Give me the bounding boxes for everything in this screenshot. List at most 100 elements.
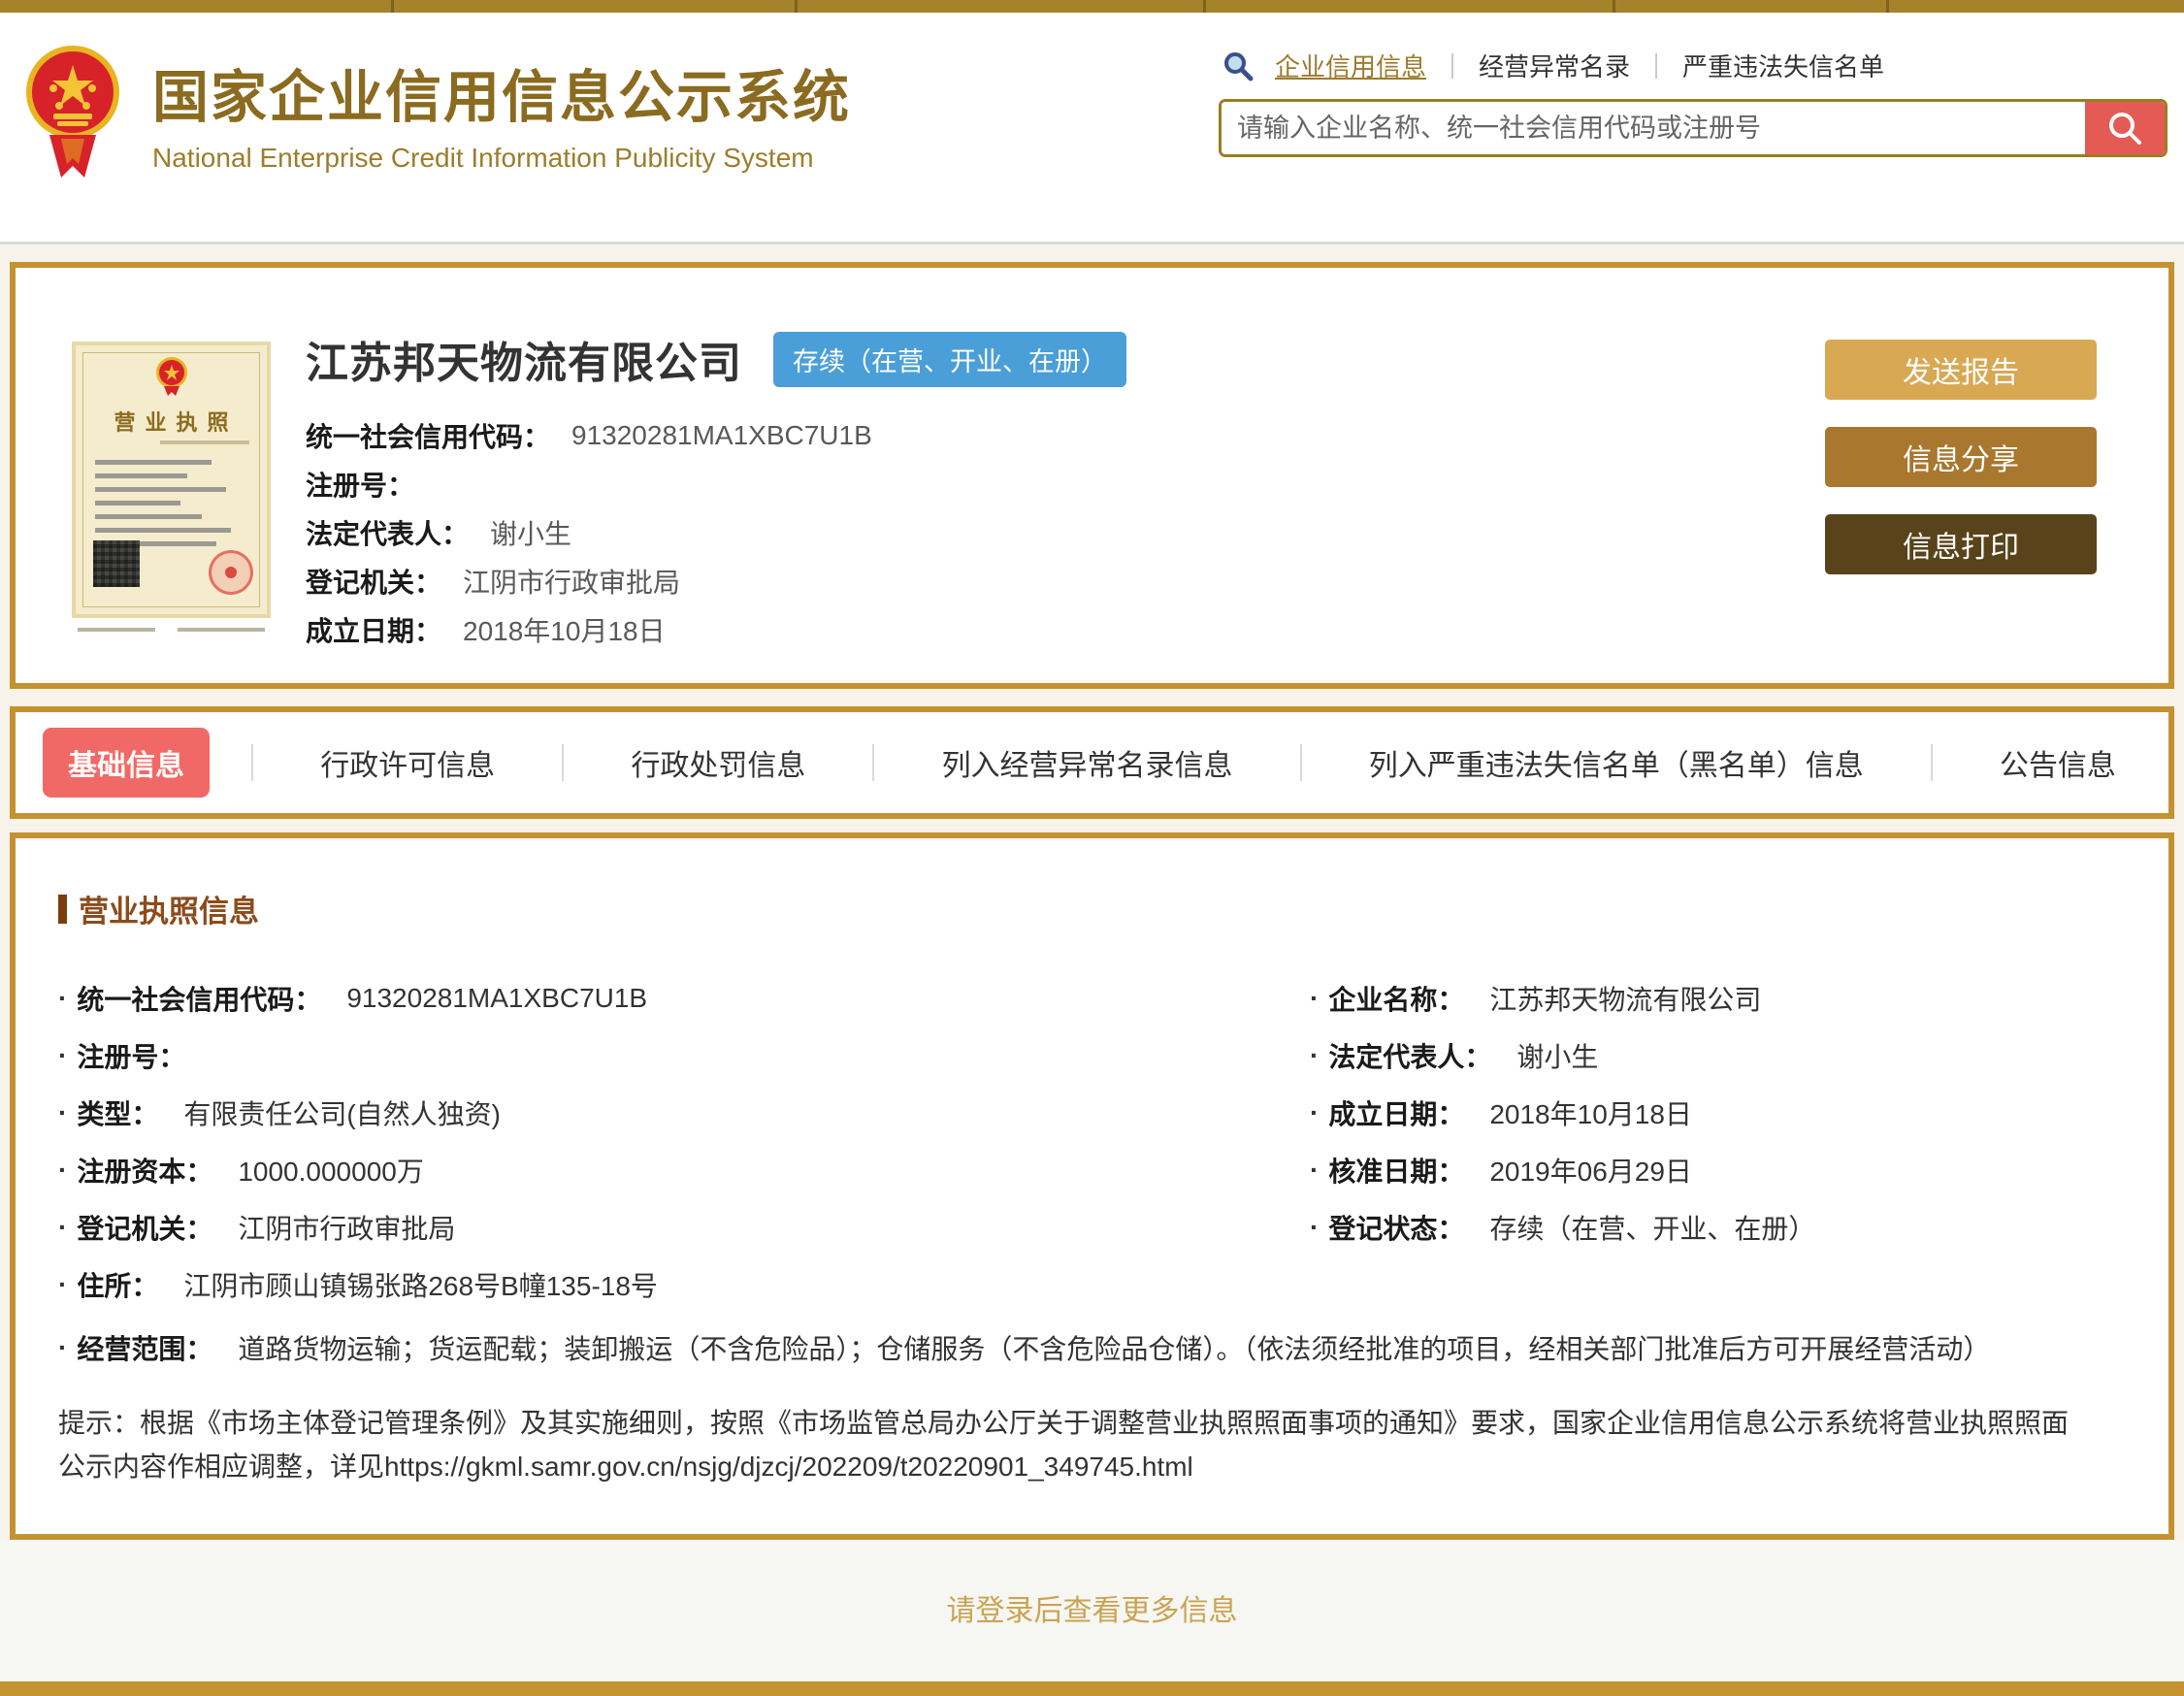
- actions-column: 发送报告 信息分享 信息打印: [1825, 268, 2097, 683]
- field-value: 江阴市行政审批局: [463, 568, 681, 598]
- topbar-segment: [0, 0, 394, 13]
- search-icon: [1224, 51, 1254, 81]
- topbar-segment: [1615, 0, 1889, 13]
- license-line: [95, 501, 180, 506]
- footer-area: 请登录后查看更多信息: [0, 1539, 2184, 1681]
- info-column-right: 企业名称： 江苏邦天物流有限公司 法定代表人： 谢小生 成立日期： 2018年1…: [1310, 969, 2126, 1313]
- row-value: 有限责任公司(自然人独资): [183, 1098, 501, 1129]
- tab-administrative-penalty[interactable]: 行政处罚信息: [605, 728, 831, 798]
- main-area: 营业执照 江苏邦天物流有限公司 存续（在营、开业、在册） 统一社会信用代码： 9…: [0, 245, 2184, 1681]
- row-business-scope: 经营范围： 道路货物运输；货运配载；装卸搬运（不含危险品）；仓储服务（不含危险品…: [58, 1319, 2126, 1376]
- row-label: 注册号：: [77, 1041, 186, 1072]
- tab-divider: [872, 744, 875, 781]
- row-label: 成立日期：: [1328, 1098, 1465, 1129]
- business-license-thumbnail[interactable]: 营业执照: [72, 342, 271, 632]
- field-value: 2018年10月18日: [463, 616, 666, 646]
- row-value: 江阴市行政审批局: [238, 1213, 456, 1244]
- title-block: 国家企业信用信息公示系统 National Enterprise Credit …: [152, 42, 851, 174]
- row-label: 登记机关：: [77, 1213, 213, 1244]
- field-registration-number: 注册号：: [306, 460, 1126, 508]
- topbar-segment: [1206, 0, 1615, 13]
- row-value: 存续（在营、开业、在册）: [1489, 1213, 1816, 1244]
- status-badge: 存续（在营、开业、在册）: [773, 331, 1126, 387]
- row-label: 住所：: [77, 1270, 159, 1301]
- nav-link-enterprise-credit[interactable]: 企业信用信息: [1275, 48, 1451, 83]
- tab-divider: [1299, 744, 1302, 781]
- license-emblem-icon: [155, 357, 187, 396]
- company-name: 江苏邦天物流有限公司: [306, 340, 742, 387]
- company-head: 江苏邦天物流有限公司 存续（在营、开业、在册）: [306, 328, 1126, 390]
- license-red-seal: [209, 550, 253, 595]
- tab-basic-info[interactable]: 基础信息: [43, 728, 210, 798]
- section-header: 营业执照信息: [58, 887, 2126, 930]
- header-right: 企业信用信息 经营异常名录 严重违法失信名单: [1219, 48, 2168, 157]
- login-prompt-text: 请登录后查看更多信息: [946, 1594, 1238, 1627]
- row-establish-date: 成立日期： 2018年10月18日: [1310, 1084, 2126, 1141]
- nav-link-serious-violation-list[interactable]: 严重违法失信名单: [1657, 48, 1909, 83]
- topbar-segment: [394, 0, 798, 13]
- license-line: [95, 473, 187, 478]
- row-label: 经营范围：: [77, 1333, 213, 1364]
- company-fields: 统一社会信用代码： 91320281MA1XBC7U1B 注册号： 法定代表人：…: [306, 411, 1126, 654]
- page-header: 国家企业信用信息公示系统 National Enterprise Credit …: [0, 13, 2184, 242]
- search-icon: [2109, 113, 2141, 145]
- license-line: [95, 460, 212, 465]
- license-info-card: 营业执照信息 统一社会信用代码： 91320281MA1XBC7U1B 注册号：…: [10, 832, 2174, 1540]
- field-legal-representative: 法定代表人： 谢小生: [306, 508, 1126, 557]
- send-report-button[interactable]: 发送报告: [1825, 340, 2097, 400]
- tab-administrative-license[interactable]: 行政许可信息: [295, 728, 520, 798]
- header-nav: 企业信用信息 经营异常名录 严重违法失信名单: [1222, 48, 2168, 83]
- section-title: 营业执照信息: [79, 895, 259, 929]
- tab-announcement-info[interactable]: 公告信息: [1974, 728, 2141, 798]
- row-registration-authority: 登记机关： 江阴市行政审批局: [58, 1198, 1310, 1256]
- license-line: [160, 440, 249, 444]
- row-credit-code: 统一社会信用代码： 91320281MA1XBC7U1B: [58, 969, 1310, 1027]
- row-value: 2018年10月18日: [1489, 1098, 1692, 1129]
- row-approval-date: 核准日期： 2019年06月29日: [1310, 1141, 2126, 1198]
- search-button[interactable]: [2085, 102, 2165, 154]
- national-emblem-logo: [26, 46, 119, 178]
- row-label: 核准日期：: [1328, 1156, 1465, 1187]
- row-value: 91320281MA1XBC7U1B: [346, 982, 648, 1013]
- row-address: 住所： 江阴市顾山镇锡张路268号B幢135-18号: [58, 1256, 1310, 1313]
- row-label: 类型：: [77, 1098, 159, 1129]
- row-label: 注册资本：: [77, 1156, 213, 1187]
- topbar-segment: [798, 0, 1206, 13]
- license-info-grid: 统一社会信用代码： 91320281MA1XBC7U1B 注册号： 类型： 有限…: [58, 969, 2126, 1313]
- search-input[interactable]: [1222, 102, 2165, 154]
- row-value: 谢小生: [1516, 1041, 1599, 1072]
- nav-link-abnormal-list[interactable]: 经营异常名录: [1453, 48, 1655, 83]
- field-label: 成立日期：: [306, 616, 442, 646]
- section-bar-icon: [58, 894, 67, 924]
- company-summary-card: 营业执照 江苏邦天物流有限公司 存续（在营、开业、在册） 统一社会信用代码： 9…: [10, 262, 2174, 689]
- row-value: 江苏邦天物流有限公司: [1489, 984, 1762, 1015]
- field-value: 谢小生: [490, 519, 572, 549]
- row-value: 2019年06月29日: [1489, 1156, 1692, 1187]
- tab-abnormal-operation-list[interactable]: 列入经营异常名录信息: [917, 728, 1258, 798]
- search-bar: [1219, 99, 2168, 157]
- row-label: 企业名称：: [1328, 984, 1465, 1015]
- field-registration-authority: 登记机关： 江阴市行政审批局: [306, 557, 1126, 605]
- license-line: [95, 487, 226, 492]
- field-label: 统一社会信用代码：: [306, 422, 551, 452]
- field-credit-code: 统一社会信用代码： 91320281MA1XBC7U1B: [306, 411, 1126, 460]
- company-details: 江苏邦天物流有限公司 存续（在营、开业、在册） 统一社会信用代码： 913202…: [306, 268, 1126, 683]
- site-title: 国家企业信用信息公示系统: [152, 66, 852, 129]
- info-column-left: 统一社会信用代码： 91320281MA1XBC7U1B 注册号： 类型： 有限…: [58, 969, 1310, 1313]
- tab-bar: 基础信息 行政许可信息 行政处罚信息 列入经营异常名录信息 列入严重违法失信名单…: [10, 706, 2174, 819]
- field-label: 法定代表人：: [306, 519, 470, 549]
- tab-serious-violation-blacklist[interactable]: 列入严重违法失信名单（黑名单）信息: [1344, 728, 1889, 798]
- share-info-button[interactable]: 信息分享: [1825, 427, 2097, 487]
- tab-divider: [251, 744, 254, 781]
- field-label: 登记机关：: [306, 568, 442, 598]
- top-gold-bar: [0, 0, 2184, 13]
- row-registered-capital: 注册资本： 1000.000000万: [58, 1141, 1310, 1198]
- tab-divider: [562, 744, 565, 781]
- license-line: [178, 628, 265, 632]
- brand: 国家企业信用信息公示系统 National Enterprise Credit …: [24, 42, 851, 187]
- field-establish-date: 成立日期： 2018年10月18日: [306, 605, 1126, 654]
- row-legal-representative: 法定代表人： 谢小生: [1310, 1027, 2126, 1084]
- print-info-button[interactable]: 信息打印: [1825, 514, 2097, 574]
- row-label: 法定代表人：: [1328, 1041, 1492, 1072]
- row-company-name: 企业名称： 江苏邦天物流有限公司: [1310, 969, 2126, 1027]
